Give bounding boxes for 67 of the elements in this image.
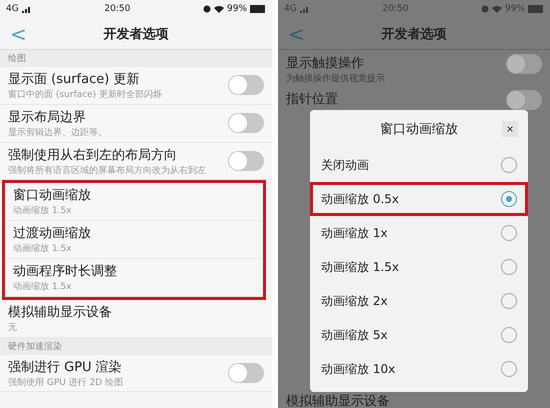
battery-label: 99% xyxy=(504,4,525,14)
page-title: 开发者选项 xyxy=(102,26,170,42)
wifi-icon xyxy=(492,5,502,13)
option-row[interactable]: 动画缩放 1x xyxy=(313,216,525,250)
toggle-switch[interactable] xyxy=(228,113,264,134)
radio-button[interactable] xyxy=(501,361,517,377)
radio-button[interactable] xyxy=(501,191,517,207)
setting-title: 强制进行 GPU 渲染 xyxy=(8,358,123,376)
setting-title: 过渡动画缩放 xyxy=(13,225,92,242)
option-row[interactable]: 动画缩放 1.5x xyxy=(313,250,525,284)
radio-button[interactable] xyxy=(501,157,517,173)
setting-title: 显示布局边界 xyxy=(8,108,87,126)
setting-description: 强制将所有语言区域的屏幕布局方向改为从右到左 xyxy=(8,166,207,176)
radio-button[interactable] xyxy=(501,293,517,309)
toggle-switch[interactable] xyxy=(228,75,264,96)
setting-description: 无 xyxy=(8,322,18,334)
setting-title: 指针位置 xyxy=(286,91,339,108)
section-header: 硬件加速渲染 xyxy=(0,338,272,355)
signal-icon xyxy=(22,5,32,13)
setting-description: 显示剪辑边界、边距等。 xyxy=(8,128,108,139)
option-row[interactable]: 动画缩放 0.5x xyxy=(310,182,528,216)
battery-label: 99% xyxy=(226,4,247,14)
setting-title: 窗口动画缩放 xyxy=(13,187,92,204)
setting-title: 显示面 (surface) 更新 xyxy=(8,71,140,88)
option-row[interactable]: 动画缩放 2x xyxy=(313,284,525,318)
radio-button[interactable] xyxy=(501,259,517,275)
dialog-title: 窗口动画缩放 xyxy=(379,121,459,138)
setting-description: 动画缩放 1.5x xyxy=(13,244,72,255)
setting-title: 显示触摸操作 xyxy=(286,55,365,72)
option-label: 关闭动画 xyxy=(321,156,370,174)
option-row[interactable]: 动画缩放 10x xyxy=(313,352,525,386)
setting-description: 窗口中的面 (surface) 更新时全部闪烁 xyxy=(8,90,164,101)
battery-icon xyxy=(250,5,266,13)
setting-title: 模拟辅助显示设备 xyxy=(8,304,113,321)
page-title: 开发者选项 xyxy=(380,26,448,42)
setting-title: 动画程序时长调整 xyxy=(13,262,118,280)
setting-description: 强制使用 GPU 进行 2D 绘图 xyxy=(8,378,124,388)
network-label: 4G xyxy=(284,4,297,14)
alarm-icon xyxy=(480,5,489,13)
option-label: 动画缩放 10x xyxy=(321,360,396,378)
close-button[interactable]: × xyxy=(502,121,518,137)
alarm-icon xyxy=(202,5,211,13)
battery-icon xyxy=(528,5,544,13)
settings-row[interactable]: 强制进行 GPU 渲染 强制使用 GPU 进行 2D 绘图 xyxy=(0,354,272,392)
option-row[interactable]: 动画缩放 5x xyxy=(313,318,525,352)
setting-description: 动画缩放 1.5x xyxy=(13,282,72,293)
wifi-icon xyxy=(214,5,224,13)
radio-button[interactable] xyxy=(501,327,517,343)
option-label: 动画缩放 1.5x xyxy=(321,258,400,276)
option-label: 动画缩放 2x xyxy=(321,292,389,310)
setting-description: 为触摸操作提供视觉提示 xyxy=(286,74,386,85)
option-label: 动画缩放 1x xyxy=(321,224,389,242)
signal-icon xyxy=(300,5,310,13)
section-header: 绘图 xyxy=(0,50,272,67)
option-label: 动画缩放 0.5x xyxy=(321,190,400,208)
status-time: 20:50 xyxy=(382,4,408,14)
setting-title: 强制使用从右到左的布局方向 xyxy=(8,146,178,164)
radio-button[interactable] xyxy=(501,225,517,241)
setting-title: 模拟辅助显示设备 xyxy=(286,393,390,408)
option-row[interactable]: 关闭动画 xyxy=(313,148,525,182)
network-label: 4G xyxy=(6,4,19,14)
setting-description: 动画缩放 1.5x xyxy=(13,206,72,218)
option-label: 动画缩放 5x xyxy=(321,326,389,344)
toggle-switch[interactable] xyxy=(228,362,264,383)
status-time: 20:50 xyxy=(104,4,130,14)
toggle-switch[interactable] xyxy=(228,150,264,171)
settings-row[interactable]: 强制使用从右到左的布局方向 强制将所有语言区域的屏幕布局方向改为从右到左 xyxy=(0,142,272,180)
